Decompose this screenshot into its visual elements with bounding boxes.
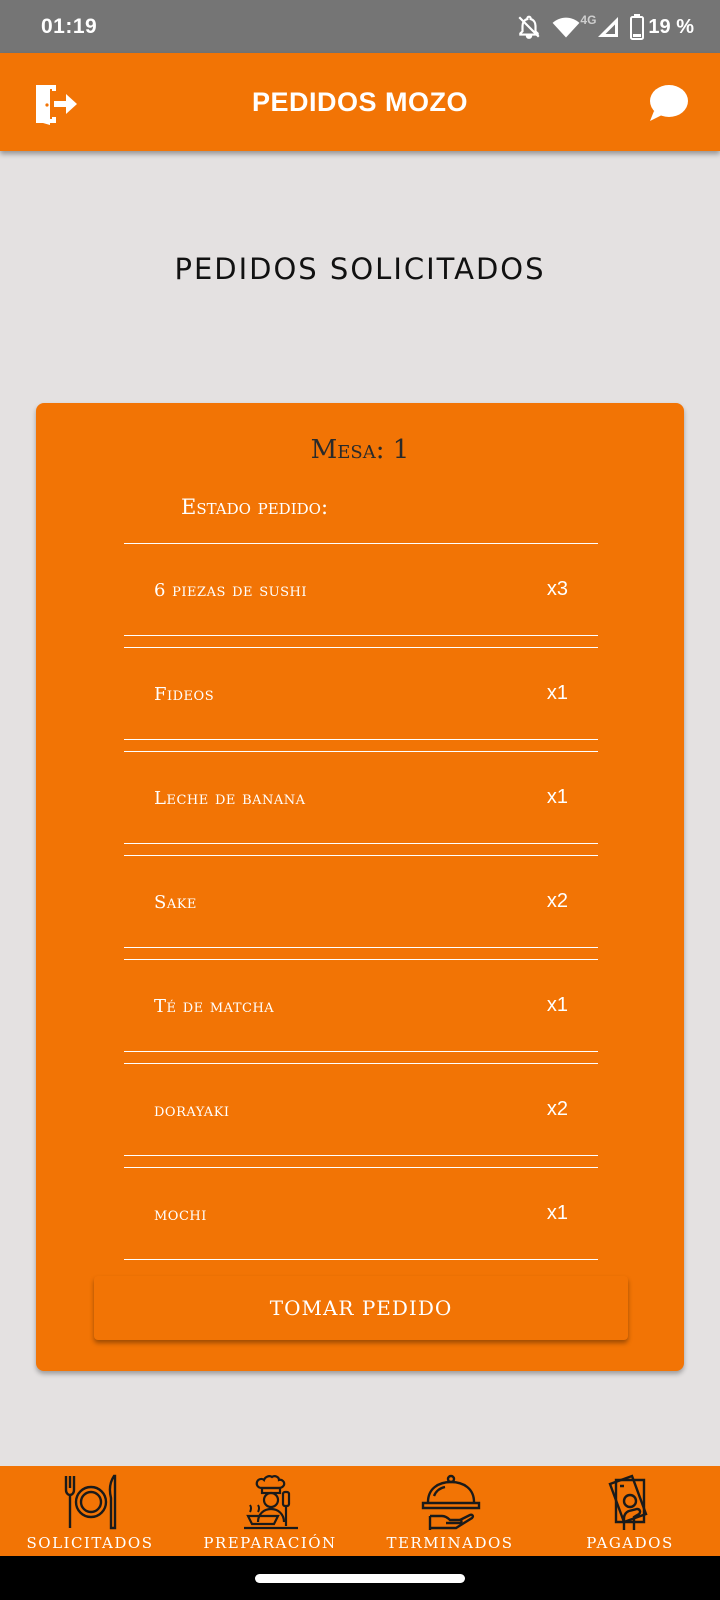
table-number: Mesa: 1 [310,435,410,465]
home-gesture-handle[interactable] [255,1574,465,1583]
notifications-off-icon [518,15,540,39]
order-card: Mesa: 1 Estado pedido: 6 piezas de sushi… [36,403,684,1371]
item-quantity: x2 [546,1098,568,1120]
list-item: 6 piezas de sushi x3 [124,543,598,636]
nav-item-preparacion[interactable]: PREPARACIÓN [180,1466,360,1556]
chat-icon [650,85,688,121]
system-nav-bar [0,1556,720,1600]
item-name: 6 piezas de sushi [154,580,307,601]
item-name: dorayaki [154,1100,230,1121]
nav-item-solicitados[interactable]: SOLICITADOS [0,1466,180,1556]
order-status-label: Estado pedido: [181,495,329,519]
wifi-icon [552,17,580,38]
network-type-label: 4G [580,13,597,27]
status-icons: 4G 19 % [516,12,694,42]
item-quantity: x1 [546,786,568,808]
item-quantity: x3 [546,578,568,600]
list-item: Sake x2 [124,855,598,948]
serving-cloche-icon [421,1474,481,1530]
battery-percentage: 19 % [648,15,694,38]
bottom-nav: SOLICITADOS PREPARACIÓN TERMINADOS PAGAD… [0,1466,720,1556]
item-name: Té de matcha [154,996,275,1017]
app-bar: PEDIDOS MOZO [0,53,720,151]
nav-item-terminados[interactable]: TERMINADOS [360,1466,540,1556]
list-item: dorayaki x2 [124,1063,598,1156]
battery-icon [630,14,645,40]
nav-item-pagados[interactable]: PAGADOS [540,1466,720,1556]
list-item: Fideos x1 [124,647,598,740]
item-quantity: x2 [546,890,568,912]
item-name: Leche de banana [154,788,306,809]
app-title: PEDIDOS MOZO [251,87,468,117]
page-title: PEDIDOS SOLICITADOS [174,252,546,286]
chef-icon [244,1475,298,1530]
nav-label: PAGADOS [586,1534,674,1552]
item-name: mochi [154,1204,207,1225]
item-quantity: x1 [546,682,568,704]
chat-button[interactable] [648,83,690,123]
item-name: Sake [154,892,197,913]
take-order-button[interactable]: TOMAR PEDIDO [94,1276,628,1340]
list-item: mochi x1 [124,1167,598,1260]
status-time: 01:19 [41,15,98,38]
item-name: Fideos [154,684,215,705]
money-icon [608,1474,648,1530]
dish-cutlery-icon [64,1474,117,1530]
order-items-list: 6 piezas de sushi x3 Fideos x1 Leche de … [124,543,598,1271]
status-bar: 01:19 4G 19 % [0,0,720,53]
nav-label: PREPARACIÓN [203,1534,337,1552]
list-item: Té de matcha x1 [124,959,598,1052]
list-item: Leche de banana x1 [124,751,598,844]
nav-label: TERMINADOS [386,1534,514,1552]
cell-signal-icon [598,17,619,37]
item-quantity: x1 [546,1202,568,1224]
item-quantity: x1 [546,994,568,1016]
nav-label: SOLICITADOS [26,1534,154,1552]
